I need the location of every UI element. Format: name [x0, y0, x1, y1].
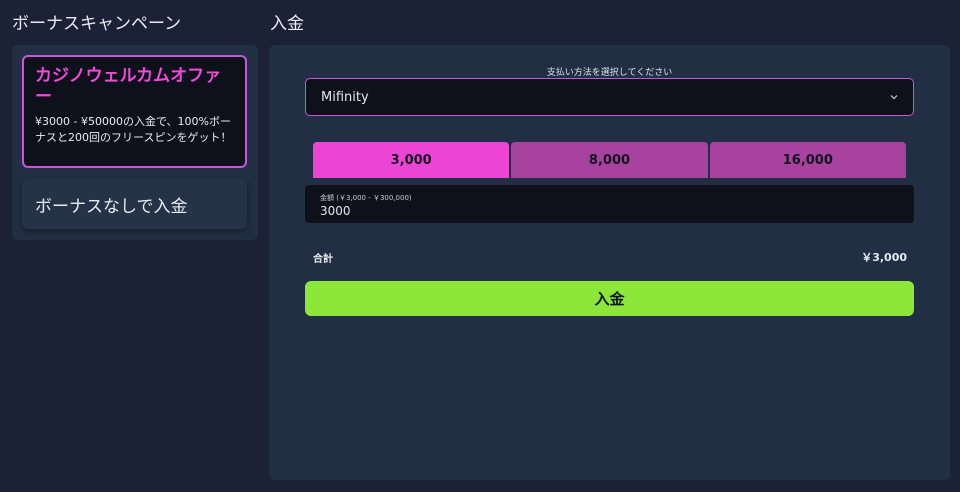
chevron-down-icon [890, 95, 898, 100]
payment-method-label: 支払い方法を選択してください [546, 68, 673, 78]
amount-preset-tabs: 3,000 8,000 16,000 [313, 142, 906, 178]
page: ボーナスキャンペーン カジノウェルカムオファー ¥3000 - ¥50000の入… [0, 0, 960, 492]
deposit-heading: 入金 [270, 14, 304, 34]
casino-welcome-offer-card[interactable]: カジノウェルカムオファー ¥3000 - ¥50000の入金で、100%ボーナス… [22, 55, 247, 168]
total-label: 合計 [313, 254, 333, 265]
deposit-without-bonus-button[interactable]: ボーナスなしで入金 [22, 179, 247, 229]
offer-title: カジノウェルカムオファー [35, 66, 222, 107]
payment-method-select[interactable]: Mifinity [305, 78, 914, 116]
amount-field-label: 金額 (￥3,000 - ￥300,000) [320, 194, 412, 202]
deposit-panel: 支払い方法を選択してください Mifinity 3,000 8,000 16,0… [269, 45, 950, 480]
amount-preset-16000[interactable]: 16,000 [709, 142, 906, 178]
payment-method-value: Mifinity [321, 89, 369, 105]
bonus-panel: カジノウェルカムオファー ¥3000 - ¥50000の入金で、100%ボーナス… [12, 45, 258, 240]
deposit-submit-button[interactable]: 入金 [305, 281, 914, 316]
offer-description: ¥3000 - ¥50000の入金で、100%ボーナスと200回のフリースピンを… [35, 115, 232, 144]
amount-input[interactable] [320, 204, 880, 218]
amount-preset-3000[interactable]: 3,000 [313, 142, 510, 178]
amount-field[interactable]: 金額 (￥3,000 - ￥300,000) [305, 185, 914, 223]
total-value: ￥3,000 [861, 251, 907, 264]
bonus-campaign-heading: ボーナスキャンペーン [12, 14, 182, 34]
amount-preset-8000[interactable]: 8,000 [511, 142, 708, 178]
